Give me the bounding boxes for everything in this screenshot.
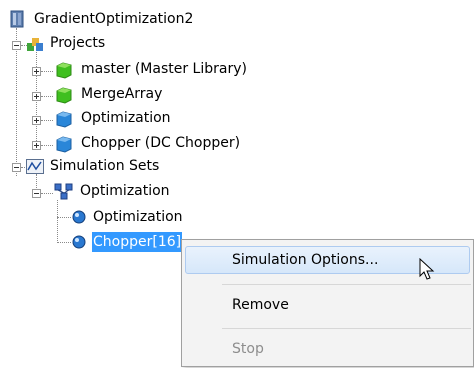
tree-node-optimization-simulation[interactable]: Optimization [72,206,212,228]
tree-label-projects: Projects [50,35,106,51]
tree-line [57,217,71,218]
menu-separator [222,284,471,285]
waveform-icon [26,159,44,174]
tree-node-mergearray[interactable]: MergeArray [54,84,214,106]
tree-line [41,96,53,97]
mouse-pointer-icon [419,258,435,280]
blue-cube-icon [56,136,72,153]
tree-label-optimization-project: Optimization [81,110,171,126]
projects-folder-icon [27,38,43,51]
tree-label-root: GradientOptimization2 [34,11,194,27]
tree-label-mergearray: MergeArray [81,86,163,102]
tree-label-simulation-sets: Simulation Sets [50,158,160,174]
tree-node-optimization-set[interactable]: Optimization [54,181,194,203]
blue-sphere-icon [72,235,86,249]
tree-node-master[interactable]: master (Master Library) [54,59,294,81]
menu-item-label: Stop [232,341,264,357]
database-icon [10,10,24,28]
menu-item-remove[interactable]: Remove [182,288,473,322]
expand-toggle-chopper-project[interactable] [32,141,41,150]
blue-sphere-icon [72,210,86,224]
tree-line [16,28,17,176]
tree-line [57,200,58,243]
tree-label-optimization-simulation: Optimization [93,209,183,225]
tree-line [57,242,71,243]
expand-toggle-optimization-project[interactable] [32,116,41,125]
tree-label-optimization-set: Optimization [80,183,170,199]
tree-label-chopper-project: Chopper (DC Chopper) [81,135,241,151]
tree-line [41,145,53,146]
collapse-toggle-optimization-set[interactable] [32,189,41,198]
collapse-toggle-projects[interactable] [12,41,21,50]
tree-line [41,120,53,121]
tree-node-projects[interactable]: Projects [24,33,144,55]
tree-node-simulation-sets[interactable]: Simulation Sets [24,156,184,178]
green-cube-icon [56,62,72,79]
blue-cube-icon [56,111,72,128]
menu-item-stop[interactable]: Stop [182,332,473,366]
tree-label-chopper-simulation: Chopper[16] [92,232,183,252]
expand-toggle-mergearray[interactable] [32,92,41,101]
green-cube-icon [56,87,72,104]
menu-item-label: Simulation Options... [232,252,379,268]
tree-line [41,193,53,194]
tree-line [41,71,53,72]
optimization-set-icon [54,183,73,200]
expand-toggle-master[interactable] [32,67,41,76]
menu-item-label: Remove [232,297,289,313]
tree-node-optimization-project[interactable]: Optimization [54,108,214,130]
tree-node-chopper-project[interactable]: Chopper (DC Chopper) [54,133,284,155]
collapse-toggle-simulation-sets[interactable] [12,163,21,172]
tree-node-root[interactable]: GradientOptimization2 [10,8,210,30]
tree-label-master: master (Master Library) [81,61,247,77]
menu-separator [222,328,471,329]
